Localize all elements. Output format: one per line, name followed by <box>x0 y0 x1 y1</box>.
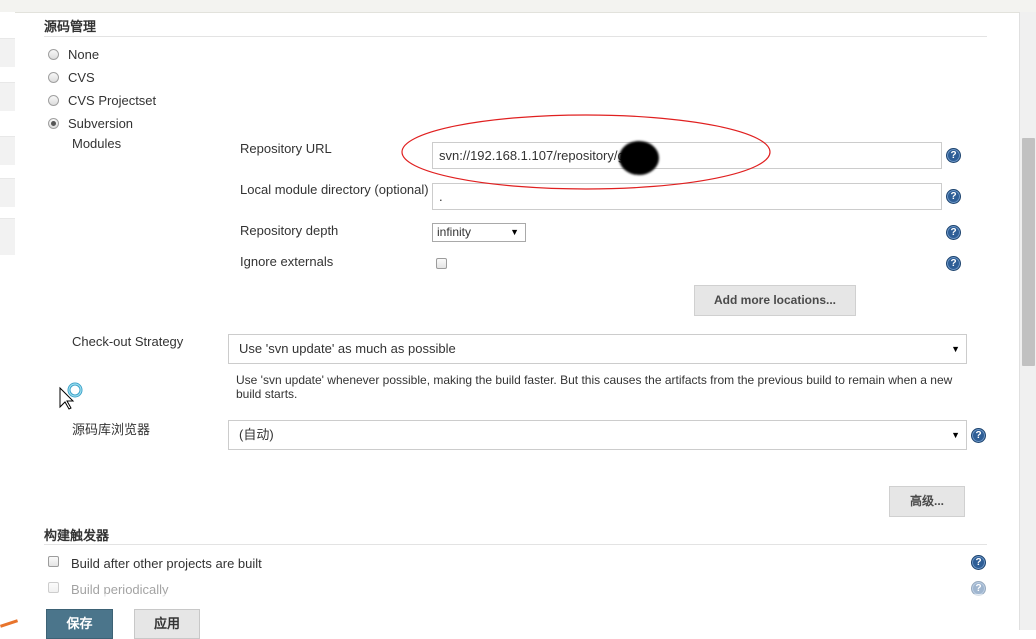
help-icon[interactable]: ? <box>946 189 961 204</box>
left-panel-edge <box>0 12 15 630</box>
build-periodically-checkbox[interactable] <box>48 582 59 593</box>
scm-option-cvs-projectset[interactable]: CVS Projectset <box>48 91 156 109</box>
chevron-down-icon: ▼ <box>951 430 960 440</box>
busy-cursor-icon <box>59 382 83 410</box>
apply-button[interactable]: 应用 <box>134 609 200 639</box>
advanced-button[interactable]: 高级... <box>889 486 965 517</box>
checkout-strategy-label: Check-out Strategy <box>72 334 184 349</box>
repository-browser-select[interactable]: (自动) ▼ <box>228 420 967 450</box>
repository-browser-label: 源码库浏览器 <box>72 422 151 437</box>
help-icon[interactable]: ? <box>946 256 961 271</box>
top-bar <box>0 0 1036 13</box>
scm-option-cvs-label: CVS <box>68 69 95 85</box>
ignore-externals-label: Ignore externals <box>240 254 334 269</box>
scm-option-cvs-projectset-label: CVS Projectset <box>68 92 157 108</box>
repository-browser-value: (自动) <box>239 427 274 442</box>
scm-option-subversion[interactable]: Subversion <box>48 114 133 132</box>
checkout-strategy-description: Use 'svn update' whenever possible, maki… <box>236 373 953 401</box>
radio-subversion[interactable] <box>48 117 59 129</box>
repository-depth-value: infinity <box>437 225 472 239</box>
help-icon[interactable]: ? <box>946 225 961 240</box>
repository-depth-label: Repository depth <box>240 223 339 238</box>
modules-label: Modules <box>72 136 122 151</box>
build-after-other-projects-label: Build after other projects are built <box>71 556 262 571</box>
scm-option-cvs[interactable]: CVS <box>48 68 95 86</box>
vertical-scrollbar[interactable] <box>1019 12 1036 630</box>
repository-depth-select[interactable]: infinity ▼ <box>432 223 526 242</box>
scm-section-title: 源码管理 <box>44 19 97 34</box>
radio-cvs-projectset[interactable] <box>48 94 59 106</box>
checkout-strategy-select[interactable]: Use 'svn update' as much as possible ▼ <box>228 334 967 364</box>
build-after-other-projects-checkbox[interactable] <box>48 556 59 567</box>
chevron-down-icon: ▼ <box>510 227 519 237</box>
help-icon[interactable]: ? <box>971 555 986 570</box>
checkout-strategy-value: Use 'svn update' as much as possible <box>239 341 456 356</box>
scm-option-none-label: None <box>68 46 100 62</box>
scm-section-divider <box>44 36 987 37</box>
radio-none[interactable] <box>48 48 59 60</box>
help-icon[interactable]: ? <box>946 148 961 163</box>
chevron-down-icon: ▼ <box>951 344 960 354</box>
scrollbar-thumb[interactable] <box>1022 138 1035 366</box>
help-icon[interactable]: ? <box>971 428 986 443</box>
build-triggers-section-title: 构建触发器 <box>44 528 110 543</box>
save-button[interactable]: 保存 <box>46 609 113 639</box>
build-triggers-divider <box>44 544 987 545</box>
annotation-ellipse <box>401 114 771 190</box>
radio-cvs[interactable] <box>48 71 59 83</box>
scm-option-none[interactable]: None <box>48 45 99 63</box>
ignore-externals-checkbox[interactable] <box>436 258 447 269</box>
repository-url-label: Repository URL <box>240 141 332 156</box>
scm-option-subversion-label: Subversion <box>68 115 134 131</box>
add-more-locations-button[interactable]: Add more locations... <box>694 285 856 316</box>
